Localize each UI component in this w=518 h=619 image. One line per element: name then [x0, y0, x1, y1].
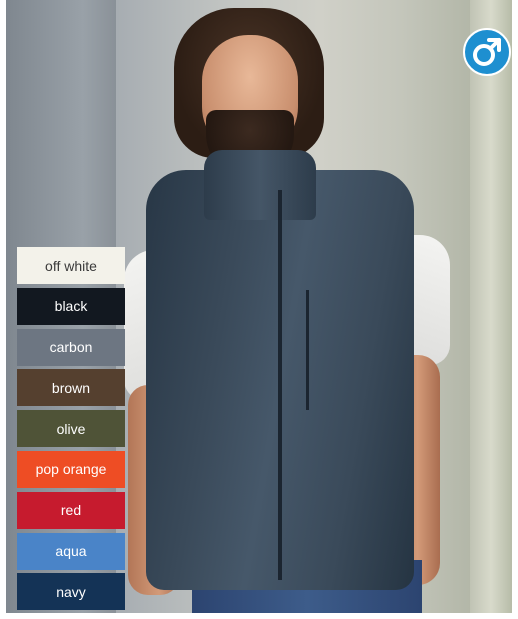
vest-chest-pocket — [306, 290, 309, 410]
color-swatch-aqua[interactable]: aqua — [17, 532, 125, 570]
color-swatch-black[interactable]: black — [17, 287, 125, 325]
swatch-label: brown — [51, 379, 91, 396]
male-symbol-icon — [473, 38, 501, 66]
vest-zipper — [278, 190, 282, 580]
color-swatch-brown[interactable]: brown — [17, 369, 125, 407]
swatch-label: navy — [56, 583, 86, 600]
color-swatch-list: off white black carbon brown olive pop o… — [17, 247, 125, 611]
male-symbol-badge — [463, 28, 511, 76]
swatch-label: red — [60, 502, 82, 519]
swatch-label: olive — [56, 420, 86, 437]
swatch-label: black — [54, 298, 88, 315]
color-swatch-carbon[interactable]: carbon — [17, 328, 125, 366]
color-swatch-pop-orange[interactable]: pop orange — [17, 450, 125, 488]
color-swatch-navy[interactable]: navy — [17, 573, 125, 611]
color-swatch-red[interactable]: red — [17, 491, 125, 529]
vest-collar — [204, 150, 316, 220]
background-pillar-right — [470, 0, 512, 613]
color-swatch-olive[interactable]: olive — [17, 410, 125, 448]
swatch-label: carbon — [49, 339, 93, 356]
swatch-label: off white — [45, 257, 97, 274]
color-swatch-off-white[interactable]: off white — [17, 247, 125, 284]
swatch-label: pop orange — [35, 461, 107, 478]
swatch-label: aqua — [55, 543, 87, 560]
